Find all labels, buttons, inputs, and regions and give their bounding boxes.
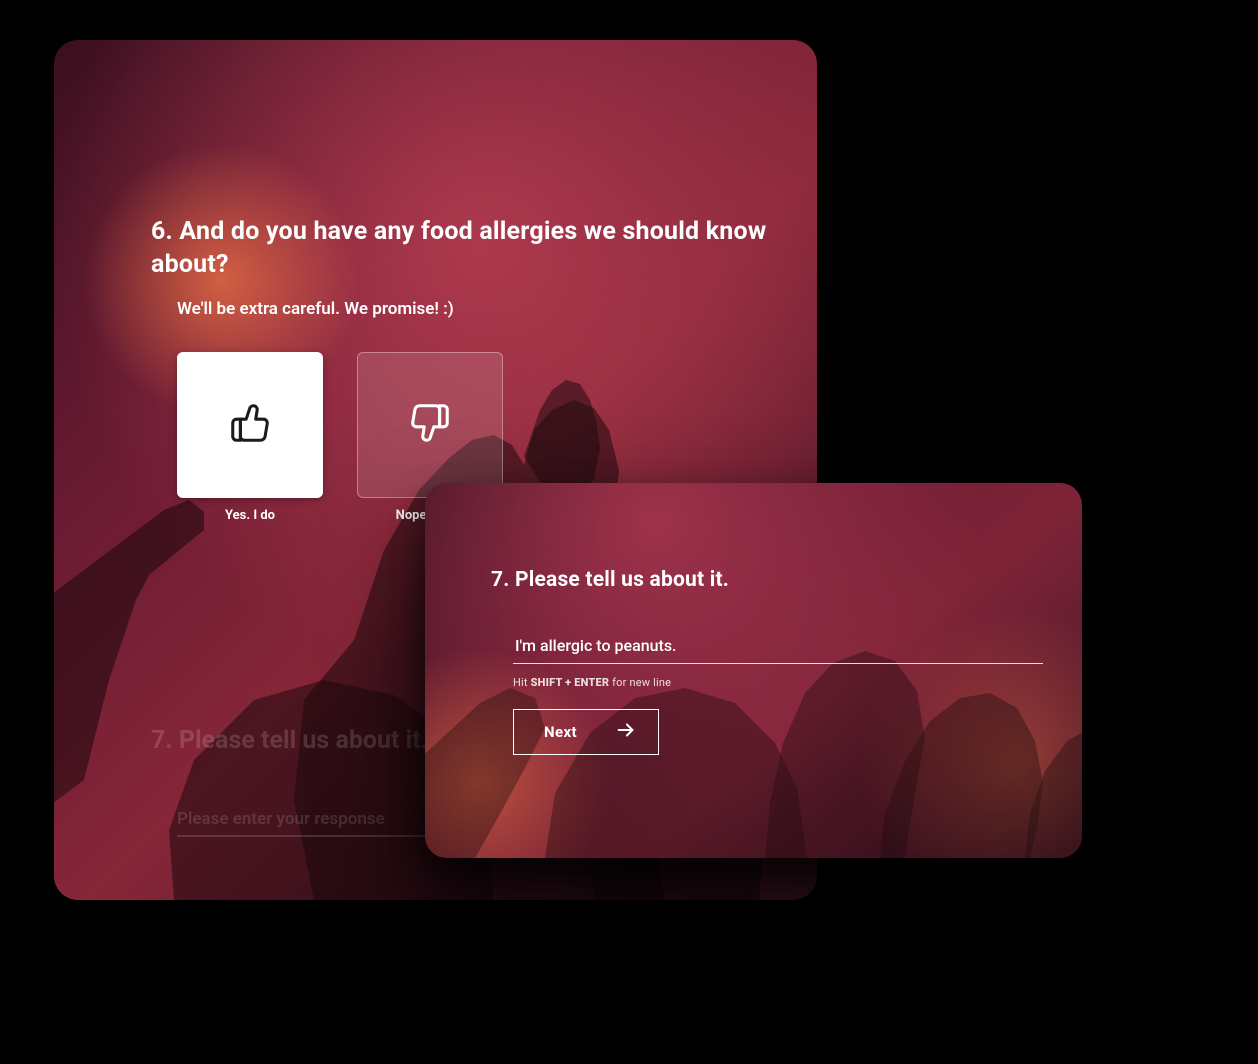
arrow-right-icon <box>615 719 637 745</box>
question-6-title: 6. And do you have any food allergies we… <box>151 216 777 281</box>
hint-keys: SHIFT + ENTER <box>531 676 610 689</box>
option-no-box[interactable] <box>357 352 503 498</box>
option-yes[interactable]: Yes. I do <box>177 352 323 523</box>
option-yes-label: Yes. I do <box>225 508 275 523</box>
input-hint: Hit SHIFT + ENTER for new line <box>513 676 1042 689</box>
question-7: 7. Please tell us about it. Hit SHIFT + … <box>491 568 1042 755</box>
survey-card-front: 7. Please tell us about it. Hit SHIFT + … <box>425 483 1082 858</box>
question-7-title: 7. Please tell us about it. <box>491 568 1042 592</box>
next-button-label: Next <box>544 723 577 741</box>
response-input[interactable] <box>513 632 1043 664</box>
question-6-number: 6. <box>151 217 173 246</box>
question-7-number: 7. <box>491 568 510 592</box>
question-6: 6. And do you have any food allergies we… <box>151 216 777 319</box>
question-6-subtitle: We'll be extra careful. We promise! :) <box>177 299 777 319</box>
hint-suffix: for new line <box>609 676 671 689</box>
option-yes-box[interactable] <box>177 352 323 498</box>
question-6-text: And do you have any food allergies we sh… <box>151 217 766 279</box>
question-7-text: Please tell us about it. <box>515 568 729 592</box>
next-button[interactable]: Next <box>513 709 659 755</box>
hint-prefix: Hit <box>513 676 531 689</box>
thumbs-down-icon <box>407 400 453 450</box>
thumbs-up-icon <box>227 400 273 450</box>
